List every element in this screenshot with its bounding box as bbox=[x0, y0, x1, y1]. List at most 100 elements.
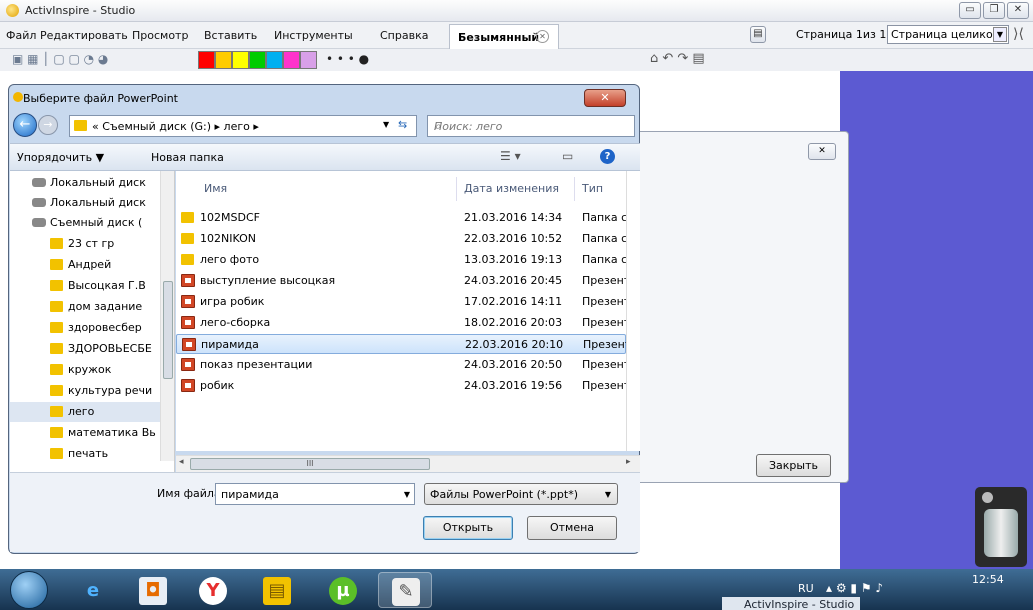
page-view-select[interactable]: Страница целиком ▼ bbox=[887, 25, 1009, 44]
view-options-icon[interactable]: ☰ ▾ bbox=[500, 149, 521, 163]
menu-view[interactable]: Просмотр bbox=[132, 29, 188, 42]
tree-item[interactable]: культура речи bbox=[10, 381, 160, 401]
file-row[interactable]: показ презентации24.03.2016 20:50Презент… bbox=[176, 355, 626, 375]
open-button[interactable]: Открыть bbox=[423, 516, 513, 540]
close-button[interactable]: Закрыть bbox=[756, 454, 831, 477]
taskbar-yandex[interactable]: Y bbox=[186, 572, 240, 608]
file-row[interactable]: лего фото13.03.2016 19:13Папка с ф bbox=[176, 250, 626, 270]
tool-icons-left[interactable]: ▣ ▦ │ ▢ ▢ ◔ ◕ bbox=[12, 52, 108, 66]
help-icon[interactable]: ? bbox=[600, 149, 615, 164]
taskbar-explorer[interactable]: ▤ bbox=[250, 572, 304, 608]
filename-input[interactable]: пирамида ▼ bbox=[215, 483, 415, 505]
tree-scrollbar-thumb[interactable] bbox=[163, 281, 173, 379]
file-row[interactable]: 102NIKON22.03.2016 10:52Папка с ф bbox=[176, 229, 626, 249]
start-button-icon[interactable] bbox=[10, 571, 48, 609]
cancel-button[interactable]: Отмена bbox=[527, 516, 617, 540]
horizontal-scrollbar-thumb[interactable]: III bbox=[190, 458, 430, 470]
tree-item[interactable]: дом задание bbox=[10, 297, 160, 317]
command-bar: Упорядочить ▼ Новая папка ☰ ▾ ▭ ? bbox=[10, 143, 640, 171]
column-header-name[interactable]: Имя bbox=[204, 182, 227, 195]
column-divider[interactable] bbox=[574, 177, 575, 201]
file-row[interactable]: робик24.03.2016 19:56Презента bbox=[176, 376, 626, 396]
color-swatch[interactable] bbox=[300, 51, 317, 69]
file-row[interactable]: выступление высоцкая 24.03.2016 20:45 През… bbox=[176, 271, 626, 291]
file-row[interactable]: игра робик17.02.2016 14:11Презента bbox=[176, 292, 626, 312]
folder-icon bbox=[50, 406, 63, 417]
powerpoint-file-icon bbox=[181, 274, 195, 287]
tool-icons-right[interactable]: ⌂ ↶ ↷ ▤ bbox=[650, 51, 705, 66]
dialog-bottom-panel: Имя файла: пирамида ▼ Файлы PowerPoint (… bbox=[10, 472, 640, 552]
chevron-down-icon[interactable]: ▼ bbox=[404, 490, 410, 499]
organize-button[interactable]: Упорядочить ▼ bbox=[17, 151, 104, 164]
disk-icon bbox=[32, 178, 46, 187]
close-window-button[interactable]: ✕ bbox=[1007, 2, 1029, 19]
tree-item[interactable]: Локальный диск bbox=[10, 193, 160, 213]
restore-button[interactable]: ❐ bbox=[983, 2, 1005, 19]
breadcrumb[interactable]: « Съемный диск (G:) ▸ лего ▸ bbox=[92, 120, 259, 133]
search-input[interactable]: Поиск: лего ⌕ bbox=[427, 115, 635, 137]
menu-tools[interactable]: Инструменты bbox=[274, 29, 353, 42]
column-header-date[interactable]: Дата изменения bbox=[464, 182, 559, 195]
trash-can-icon[interactable] bbox=[984, 509, 1018, 557]
line-width-icon[interactable]: • • • ● bbox=[326, 52, 369, 66]
background-dialog-close-icon[interactable]: ✕ bbox=[808, 143, 836, 160]
document-tab[interactable]: Безымянный ✕ bbox=[449, 24, 559, 49]
new-folder-button[interactable]: Новая папка bbox=[151, 151, 224, 164]
tree-item[interactable]: Локальный диск bbox=[10, 173, 160, 193]
dialog-close-button[interactable]: ✕ bbox=[584, 89, 626, 107]
taskbar-ie[interactable]: e bbox=[66, 572, 120, 608]
address-bar[interactable]: « Съемный диск (G:) ▸ лего ▸ ▼ ⇆ bbox=[69, 115, 417, 137]
tree-item[interactable]: Съемный диск ( bbox=[10, 213, 160, 233]
taskbar-media[interactable]: ◘ bbox=[126, 572, 180, 608]
page-icon[interactable]: ▤ bbox=[750, 26, 766, 43]
color-swatch[interactable] bbox=[232, 51, 249, 69]
tray-icons[interactable]: ▴ ⚙ ▮ ⚑ ♪ bbox=[826, 581, 883, 595]
taskbar-utorrent[interactable]: µ bbox=[316, 572, 370, 608]
horizontal-scrollbar[interactable]: ◂ III ▸ bbox=[176, 455, 640, 472]
tree-item[interactable]: здоровесбер bbox=[10, 318, 160, 338]
color-swatch[interactable] bbox=[215, 51, 232, 69]
taskbar-activinspire[interactable]: ✎ bbox=[378, 572, 432, 608]
tree-item[interactable]: 23 ст гр bbox=[10, 234, 160, 254]
tree-item[interactable]: ЗДОРОВЬЕСБЕ bbox=[10, 339, 160, 359]
tree-scrollbar[interactable] bbox=[160, 171, 174, 461]
back-arrow-icon[interactable]: ← bbox=[13, 113, 37, 137]
filetype-select[interactable]: Файлы PowerPoint (*.ppt*) ▼ bbox=[424, 483, 618, 505]
expand-icon[interactable]: ⟩⟨ bbox=[1013, 26, 1024, 42]
file-row-selected[interactable]: пирамида22.03.2016 20:10Презента bbox=[176, 334, 626, 354]
file-list-scrollbar[interactable] bbox=[626, 171, 640, 451]
menu-help[interactable]: Справка bbox=[380, 29, 428, 42]
tree-item[interactable]: кружок bbox=[10, 360, 160, 380]
column-header-type[interactable]: Тип bbox=[582, 182, 603, 195]
refresh-icon[interactable]: ⇆ bbox=[398, 118, 407, 131]
file-row[interactable]: 102MSDCF21.03.2016 14:34Папка с ф bbox=[176, 208, 626, 228]
menu-file[interactable]: Файл bbox=[6, 29, 36, 42]
document-tab-label: Безымянный bbox=[458, 31, 540, 44]
scroll-left-icon[interactable]: ◂ bbox=[179, 457, 184, 467]
powerpoint-file-icon bbox=[181, 316, 195, 329]
color-swatch[interactable] bbox=[249, 51, 266, 69]
tree-item[interactable]: печать bbox=[10, 444, 160, 464]
tree-item[interactable]: математика Вь bbox=[10, 423, 160, 443]
tree-item-selected[interactable]: лего bbox=[10, 402, 174, 422]
forward-arrow-icon[interactable]: → bbox=[38, 115, 58, 135]
menu-edit[interactable]: Редактировать bbox=[40, 29, 128, 42]
menu-insert[interactable]: Вставить bbox=[204, 29, 257, 42]
close-tab-icon[interactable]: ✕ bbox=[536, 30, 549, 43]
minimize-button[interactable]: ▭ bbox=[959, 2, 981, 19]
tree-item[interactable]: Высоцкая Г.В bbox=[10, 276, 160, 296]
clock[interactable]: 12:54 bbox=[972, 573, 1004, 586]
panel-toggle-icon[interactable] bbox=[982, 492, 993, 503]
search-icon[interactable]: ⌕ bbox=[434, 119, 629, 134]
file-row[interactable]: лего-сборка18.02.2016 20:03Презента bbox=[176, 313, 626, 333]
preview-pane-icon[interactable]: ▭ bbox=[562, 149, 573, 163]
color-swatch[interactable] bbox=[266, 51, 283, 69]
chevron-down-icon[interactable]: ▼ bbox=[383, 120, 389, 129]
tree-item[interactable]: Андрей bbox=[10, 255, 160, 275]
column-divider[interactable] bbox=[456, 177, 457, 201]
scroll-right-icon[interactable]: ▸ bbox=[626, 457, 631, 467]
language-indicator[interactable]: RU bbox=[798, 582, 814, 595]
color-swatch[interactable] bbox=[198, 51, 215, 69]
color-swatch[interactable] bbox=[283, 51, 300, 69]
chevron-down-icon: ▼ bbox=[993, 27, 1007, 42]
